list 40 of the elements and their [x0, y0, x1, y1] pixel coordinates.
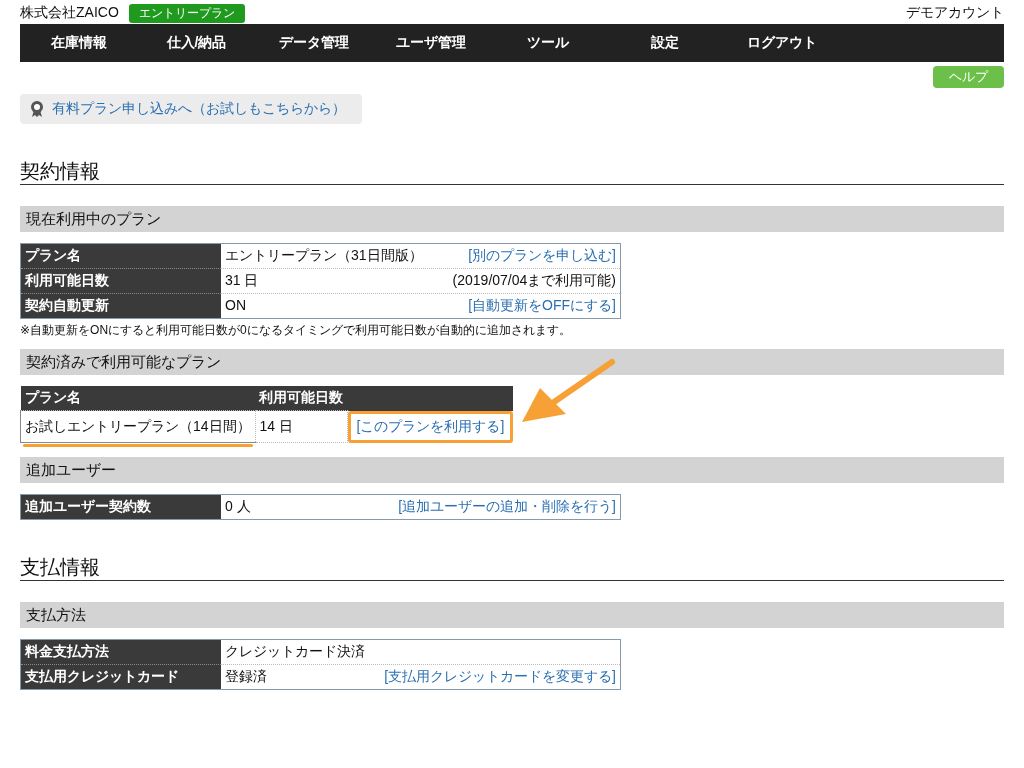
action-link[interactable]: [自動更新をOFFにする]	[468, 297, 616, 315]
plan-badge: エントリープラン	[128, 3, 245, 23]
action-link[interactable]: [追加ユーザーの追加・削除を行う]	[398, 498, 616, 516]
subsection-title: 支払方法	[26, 606, 86, 623]
row-label: 追加ユーザー契約数	[20, 494, 221, 520]
nav-item[interactable]: ログアウト	[723, 34, 840, 52]
action-link[interactable]: [支払用クレジットカードを変更する]	[384, 668, 616, 686]
nav-item[interactable]: ツール	[489, 34, 606, 52]
nav-item[interactable]: 仕入/納品	[138, 34, 255, 52]
row-value: ON	[225, 297, 246, 315]
row-value: 31 日	[225, 272, 259, 290]
row-label: 支払用クレジットカード	[20, 664, 221, 690]
nav-item[interactable]: データ管理	[255, 34, 372, 52]
row-label: 契約自動更新	[20, 293, 221, 319]
row-label: 利用可能日数	[20, 268, 221, 294]
company-name: 株式会社ZAICO	[20, 4, 119, 22]
action-link[interactable]: [別のプランを申し込む]	[468, 247, 616, 265]
column-header: 利用可能日数	[255, 386, 348, 411]
row-value: 0 人	[225, 498, 251, 516]
plan-name: お試しエントリープラン（14日間）	[25, 417, 251, 434]
row-label: 料金支払方法	[20, 639, 221, 665]
subsection-title: 契約済みで利用可能なプラン	[26, 353, 221, 370]
footnote: ※自動更新をONにすると利用可能日数が0になるタイミングで利用可能日数が自動的に追加されます。	[20, 322, 572, 339]
subsection-title: 現在利用中のプラン	[26, 210, 161, 227]
nav-item[interactable]: 在庫情報	[20, 34, 138, 52]
row-value: クレジットカード決済	[225, 643, 365, 661]
plan-days: 14 日	[259, 417, 294, 434]
section-heading: 契約情報	[20, 158, 1004, 185]
promo-link[interactable]: 有料プラン申し込みへ（お試しもこちらから）	[52, 100, 346, 118]
use-plan-link[interactable]: [このプランを利用する]	[356, 417, 505, 434]
account-name: デモアカウント	[906, 4, 1004, 22]
row-value: エントリープラン（31日間版）	[225, 247, 423, 265]
row-value: 登録済	[225, 668, 267, 686]
subsection-title: 追加ユーザー	[26, 461, 116, 478]
column-header: プラン名	[20, 386, 256, 411]
availability-note: (2019/07/04まで利用可能)	[452, 272, 616, 290]
row-label: プラン名	[20, 243, 221, 269]
nav-item[interactable]: ユーザ管理	[372, 34, 489, 52]
nav-item[interactable]: 設定	[606, 34, 723, 52]
section-heading: 支払情報	[20, 554, 1004, 581]
